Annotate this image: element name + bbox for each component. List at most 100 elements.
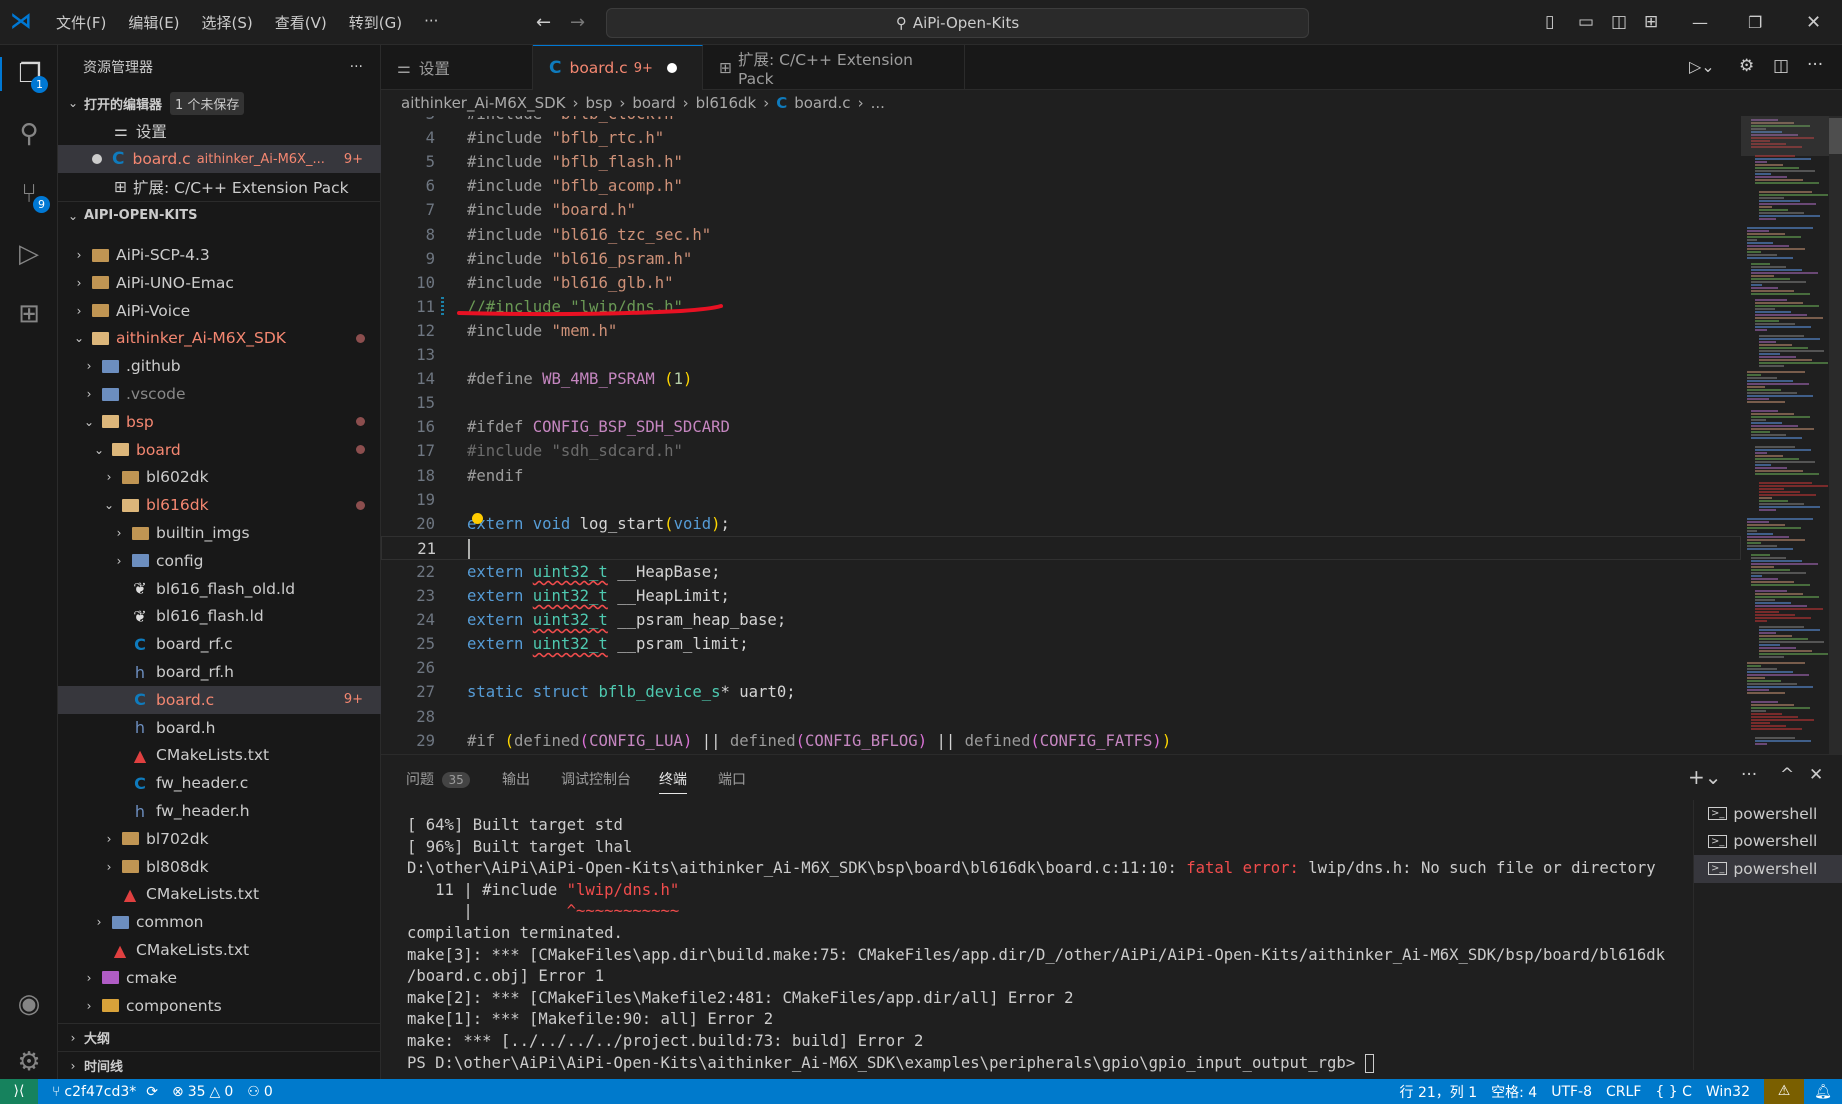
menu-item[interactable]: 文件(F) [56, 12, 106, 33]
terminal-instance[interactable]: >_ powershell [1694, 828, 1842, 856]
tab-output[interactable]: 输出 [502, 769, 530, 789]
menu-item[interactable]: 查看(V) [275, 12, 327, 33]
tree-item[interactable]: › config [58, 547, 381, 575]
close-button[interactable]: ✕ [1806, 12, 1821, 33]
tree-item[interactable]: › AiPi-Voice [58, 297, 381, 325]
minimize-button[interactable]: — [1692, 13, 1708, 32]
back-button[interactable]: ← [536, 12, 551, 33]
breadcrumb-item[interactable]: board [632, 94, 675, 112]
tree-item[interactable]: Cfw_header.c [58, 769, 381, 797]
tree-item[interactable]: ▲ CMakeLists.txt [58, 880, 381, 908]
open-editors-header[interactable]: ⌄ 打开的编辑器 1 个未保存 [58, 89, 381, 117]
terminal-instance[interactable]: >_ powershell [1694, 855, 1842, 883]
tab-problems[interactable]: 问题 35 [406, 769, 470, 789]
problems-indicator[interactable]: ⊗ 35 △ 0 [172, 1084, 233, 1100]
tab-ports[interactable]: 端口 [718, 769, 746, 789]
cursor-position[interactable]: 行 21，列 1 [1400, 1082, 1478, 1102]
new-terminal-icon[interactable]: +⌄ [1688, 765, 1722, 789]
run-debug-icon[interactable]: ▷ [12, 237, 46, 271]
run-icon[interactable]: ▷⌄ [1689, 57, 1715, 76]
command-center-search[interactable]: ⚲ AiPi-Open-Kits [606, 8, 1309, 38]
close-panel-icon[interactable]: ✕ [1809, 765, 1823, 785]
menu-item[interactable]: ··· [424, 12, 438, 33]
terminal-output[interactable]: [ 64%] Built target std [ 96%] Built targ… [407, 815, 1665, 1074]
tree-item[interactable]: ⌄ bsp [58, 408, 381, 436]
unsaved-dot-icon[interactable] [666, 63, 677, 73]
language-mode[interactable]: { } C [1655, 1084, 1692, 1100]
tree-item[interactable]: › components [58, 992, 381, 1020]
outline-header[interactable]: › 大纲 [58, 1023, 381, 1051]
tree-item[interactable]: › bl808dk [58, 853, 381, 881]
line-ending[interactable]: CRLF [1606, 1084, 1641, 1100]
minimap[interactable] [1741, 116, 1829, 754]
explorer-icon[interactable]: ❐ 1 [0, 57, 58, 93]
tree-item[interactable]: › AiPi-UNO-Emac [58, 269, 381, 297]
platform[interactable]: Win32 [1706, 1084, 1750, 1100]
tab-board-c[interactable]: C board.c 9+ [533, 45, 703, 90]
tree-item[interactable]: ▲ CMakeLists.txt [58, 936, 381, 964]
tree-item[interactable]: ⌄ bl616dk [58, 491, 381, 519]
tree-item[interactable]: ❦ bl616_flash.ld [58, 602, 381, 630]
maximize-button[interactable]: ❐ [1748, 13, 1762, 32]
code-editor[interactable]: 3#include "bflb_clock.h"4#include "bflb_… [381, 116, 1741, 754]
lightbulb-icon[interactable] [472, 513, 483, 524]
tree-item[interactable]: › .github [58, 352, 381, 380]
encoding[interactable]: UTF-8 [1551, 1084, 1592, 1100]
timeline-header[interactable]: › 时间线 [58, 1051, 381, 1079]
toggle-sidebar-icon[interactable]: ▯ [1545, 12, 1554, 32]
breadcrumb-item[interactable]: bl616dk [696, 94, 757, 112]
ports-indicator[interactable]: ⚇ 0 [247, 1084, 272, 1100]
tree-item[interactable]: ❦ bl616_flash_old.ld [58, 575, 381, 603]
open-editor-board-c[interactable]: C board.c aithinker_Ai-M6X_... 9+ [58, 145, 381, 173]
editor-scrollbar[interactable] [1829, 116, 1842, 754]
extensions-icon[interactable]: ⊞ [12, 297, 46, 331]
menu-item[interactable]: 选择(S) [202, 12, 253, 33]
tab-debug-console[interactable]: 调试控制台 [561, 769, 631, 789]
tree-item[interactable]: › bl702dk [58, 825, 381, 853]
tree-item[interactable]: › AiPi-SCP-4.3 [58, 241, 381, 269]
remote-icon[interactable]: ⟩⟨ [0, 1079, 38, 1104]
customize-layout-icon[interactable]: ⊞ [1644, 12, 1658, 32]
tree-item[interactable]: h board_rf.h [58, 658, 381, 686]
tree-item[interactable]: ⌄ aithinker_Ai-M6X_SDK [58, 324, 381, 352]
workspace-header[interactable]: ⌄ AIPI-OPEN-KITS [58, 201, 381, 229]
maximize-panel-icon[interactable]: ^ [1780, 765, 1794, 785]
tree-item[interactable]: › builtin_imgs [58, 519, 381, 547]
source-control-icon[interactable]: ⑂ 9 [12, 177, 50, 213]
more-actions-icon[interactable]: ··· [1807, 55, 1823, 75]
breadcrumb-item[interactable]: aithinker_Ai-M6X_SDK [401, 94, 565, 112]
tree-item[interactable]: h fw_header.h [58, 797, 381, 825]
gear-icon[interactable]: ⚙ [1739, 56, 1754, 76]
branch-indicator[interactable]: ⑂ c2f47cd3* ⟳ [52, 1084, 158, 1100]
tree-item[interactable]: h board.h [58, 714, 381, 742]
forward-button[interactable]: → [570, 12, 585, 33]
open-editor-extension[interactable]: ⊞ 扩展: C/C++ Extension Pack [58, 173, 381, 201]
explorer-more-button[interactable]: ··· [350, 59, 363, 75]
tree-item[interactable]: ▲ CMakeLists.txt [58, 741, 381, 769]
tree-item[interactable]: › .vscode [58, 380, 381, 408]
bell-icon[interactable]: 🔔︎ [1804, 1084, 1842, 1100]
toggle-panel-icon[interactable]: ▭ [1578, 12, 1594, 32]
manage-gear-icon[interactable]: ⚙ [12, 1045, 46, 1079]
indentation[interactable]: 空格: 4 [1491, 1082, 1537, 1102]
breadcrumb-item[interactable]: bsp [585, 94, 612, 112]
tab-settings[interactable]: ⚌ 设置 [381, 45, 533, 90]
tab-extension[interactable]: ⊞ 扩展: C/C++ Extension Pack [703, 45, 965, 90]
breadcrumb-item[interactable]: board.c [794, 94, 850, 112]
breadcrumb-item[interactable]: ... [871, 94, 885, 112]
open-editor-settings[interactable]: ⚌ 设置 [58, 117, 381, 145]
menu-item[interactable]: 编辑(E) [128, 12, 179, 33]
tree-item[interactable]: › cmake [58, 964, 381, 992]
account-icon[interactable]: ◉ [12, 987, 46, 1021]
split-editor-icon[interactable]: ◫ [1773, 56, 1789, 76]
warning-notification-icon[interactable]: ⚠ [1764, 1079, 1804, 1104]
toggle-secondary-sidebar-icon[interactable]: ◫ [1611, 12, 1627, 32]
terminal-instance[interactable]: >_ powershell [1694, 800, 1842, 828]
tree-item[interactable]: Cboard_rf.c [58, 630, 381, 658]
more-icon[interactable]: ··· [1741, 765, 1757, 785]
minimap-slider[interactable] [1741, 116, 1829, 156]
tree-item[interactable]: › bl602dk [58, 463, 381, 491]
menu-item[interactable]: 转到(G) [349, 12, 402, 33]
tree-item[interactable]: ⌄ board [58, 436, 381, 464]
tab-terminal[interactable]: 终端 [659, 769, 687, 794]
